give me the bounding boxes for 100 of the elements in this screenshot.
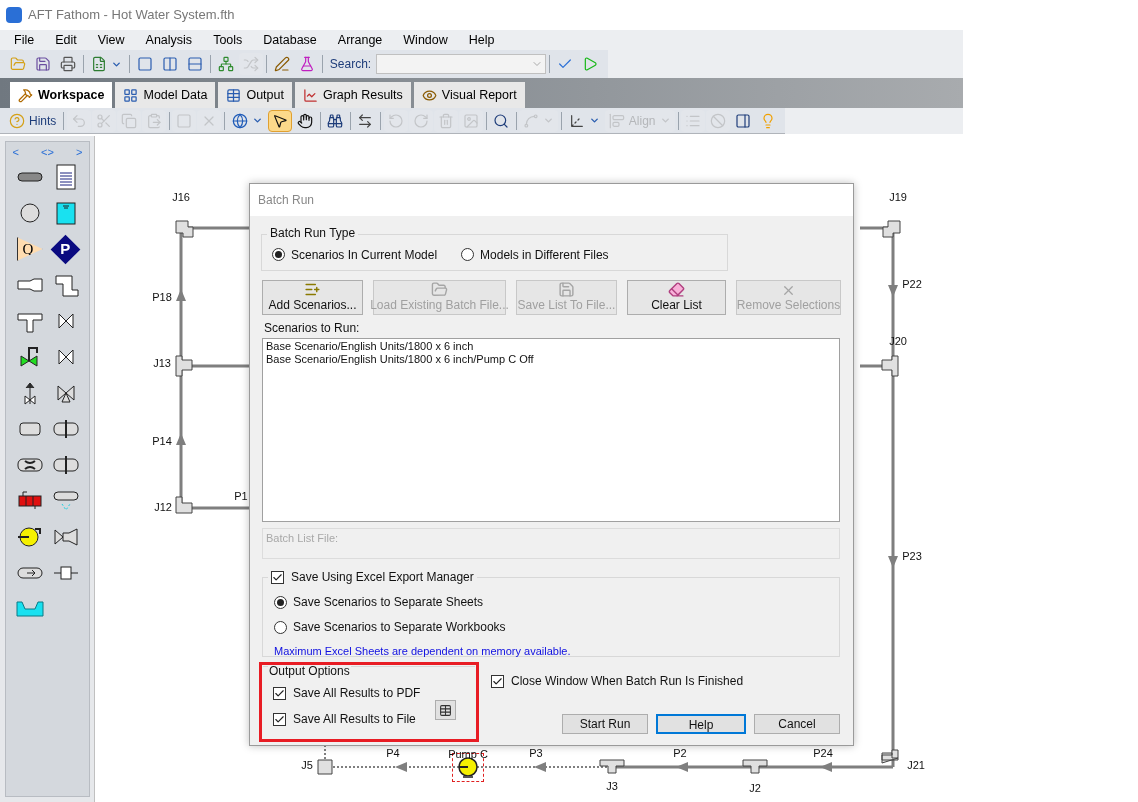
single-pane-icon [136, 56, 153, 72]
menu-item[interactable]: File [14, 30, 35, 50]
two-column-icon [161, 56, 178, 72]
memory-note: Maximum Excel Sheets are dependent on memory available. [274, 644, 572, 659]
open-folder-icon [431, 281, 448, 298]
checkbox-label: Save All Results to PDF [293, 685, 421, 702]
menu-item[interactable]: Analysis [145, 30, 193, 50]
image-icon [462, 112, 479, 129]
radio-button[interactable] [274, 595, 287, 609]
radio-label: Save Scenarios to Separate Sheets [293, 594, 484, 611]
eraser-icon [668, 281, 685, 298]
tab[interactable]: Workspace [10, 82, 113, 108]
eye-icon [421, 87, 437, 103]
node-label: J21 [907, 760, 925, 771]
print-icon [60, 56, 76, 72]
radio-button[interactable] [272, 248, 285, 261]
dialog-button[interactable]: Help [656, 714, 746, 734]
align-icon [608, 112, 625, 129]
menu-item[interactable]: Help [468, 30, 495, 50]
list-item[interactable]: Base Scenario/English Units/1800 x 6 inch/Pump C Off [266, 353, 836, 366]
app-logo-icon [6, 7, 22, 23]
palette-nav-button[interactable]: <> [41, 144, 54, 161]
binoculars-icon [326, 112, 343, 129]
search-field[interactable] [376, 54, 547, 74]
node-label: J12 [154, 502, 172, 513]
menu-item[interactable]: Window [403, 30, 448, 50]
pointer-button[interactable] [267, 109, 292, 132]
menu-item[interactable]: View [97, 30, 125, 50]
menu-item[interactable]: Edit [55, 30, 77, 50]
checkbox[interactable] [271, 570, 284, 584]
radio-button[interactable] [274, 620, 287, 634]
palette-nav-button[interactable]: < [12, 144, 19, 161]
radio-label: Scenarios In Current Model [291, 246, 438, 264]
two-row-icon [186, 56, 203, 72]
scenario-list[interactable]: Base Scenario/English Units/1800 x 6 inch Base Scenario/English Units/1800 x 6 inch/Pump C Off [262, 338, 840, 522]
find-icon [493, 112, 510, 129]
checkbox-label: Save All Results to File [293, 711, 416, 728]
swap-icon [357, 112, 374, 129]
caret-icon [251, 115, 263, 126]
node-label: P4 [386, 748, 400, 759]
paste-icon [145, 112, 162, 129]
checkbox[interactable] [273, 686, 286, 700]
caret-icon [588, 115, 600, 126]
list-label: Scenarios to Run: [264, 320, 361, 337]
globe-icon [231, 112, 248, 129]
node-label: Pump C [448, 749, 488, 760]
tab[interactable]: Visual Report [413, 82, 525, 108]
radio-label: Models in Different Files [480, 246, 609, 264]
tab[interactable]: Graph Results [294, 82, 411, 108]
node-label: P24 [813, 748, 833, 759]
rotate-left-icon [387, 112, 404, 129]
pressure-source-icon[interactable]: P [50, 234, 81, 264]
node-label: J16 [172, 192, 190, 203]
node-label: J3 [606, 781, 618, 792]
toolbar-button[interactable]: Clear List [627, 280, 726, 315]
checkbox[interactable] [491, 674, 504, 688]
dialog-title: Batch Run [258, 192, 315, 209]
radio-button[interactable] [461, 248, 475, 261]
toolbar-button[interactable]: Add Scenarios... [262, 280, 363, 315]
node-label: J5 [301, 760, 313, 771]
dialog-button[interactable]: Start Run [562, 714, 648, 734]
node-label: J13 [153, 358, 171, 369]
copy-icon [120, 112, 137, 129]
node-label: P22 [902, 279, 922, 290]
node-label: P18 [152, 292, 172, 303]
node-label: J19 [889, 192, 907, 203]
ban-icon [709, 112, 726, 129]
checkbox[interactable] [273, 712, 286, 726]
node-label: P2 [673, 748, 687, 759]
chart-icon [302, 87, 318, 103]
node-label: P1 [234, 491, 248, 502]
run-icon [582, 56, 599, 72]
menu-item[interactable]: Tools [213, 30, 243, 50]
close-icon [781, 283, 796, 298]
caret-icon [659, 115, 671, 126]
node-label: P14 [152, 436, 172, 447]
hammer-icon [18, 87, 33, 103]
spreadsheet-icon [90, 56, 107, 72]
node-label: J2 [749, 783, 761, 794]
node-label: P23 [902, 551, 922, 562]
menu-item[interactable]: Database [263, 30, 317, 50]
list-item[interactable]: Base Scenario/English Units/1800 x 6 inch [266, 340, 836, 353]
dialog-button[interactable]: Cancel [754, 714, 840, 734]
rotate-right-icon [412, 112, 429, 129]
trash-icon [437, 112, 454, 129]
panel-icon [734, 112, 751, 129]
curve-icon [523, 112, 540, 129]
tab[interactable]: Output [218, 82, 292, 108]
palette-nav-button[interactable]: > [76, 144, 83, 161]
table-icon [226, 87, 242, 103]
tab[interactable]: Model Data [115, 82, 216, 108]
search-label: Search: [329, 56, 372, 73]
add-list-icon [304, 281, 321, 298]
cut-icon [95, 112, 112, 129]
menu-item[interactable]: Arrange [337, 30, 383, 50]
flask-icon [298, 56, 315, 72]
settings-button[interactable] [435, 700, 456, 720]
pointer-icon [271, 112, 288, 129]
node-label: P3 [529, 748, 543, 759]
hand-icon [296, 112, 313, 129]
